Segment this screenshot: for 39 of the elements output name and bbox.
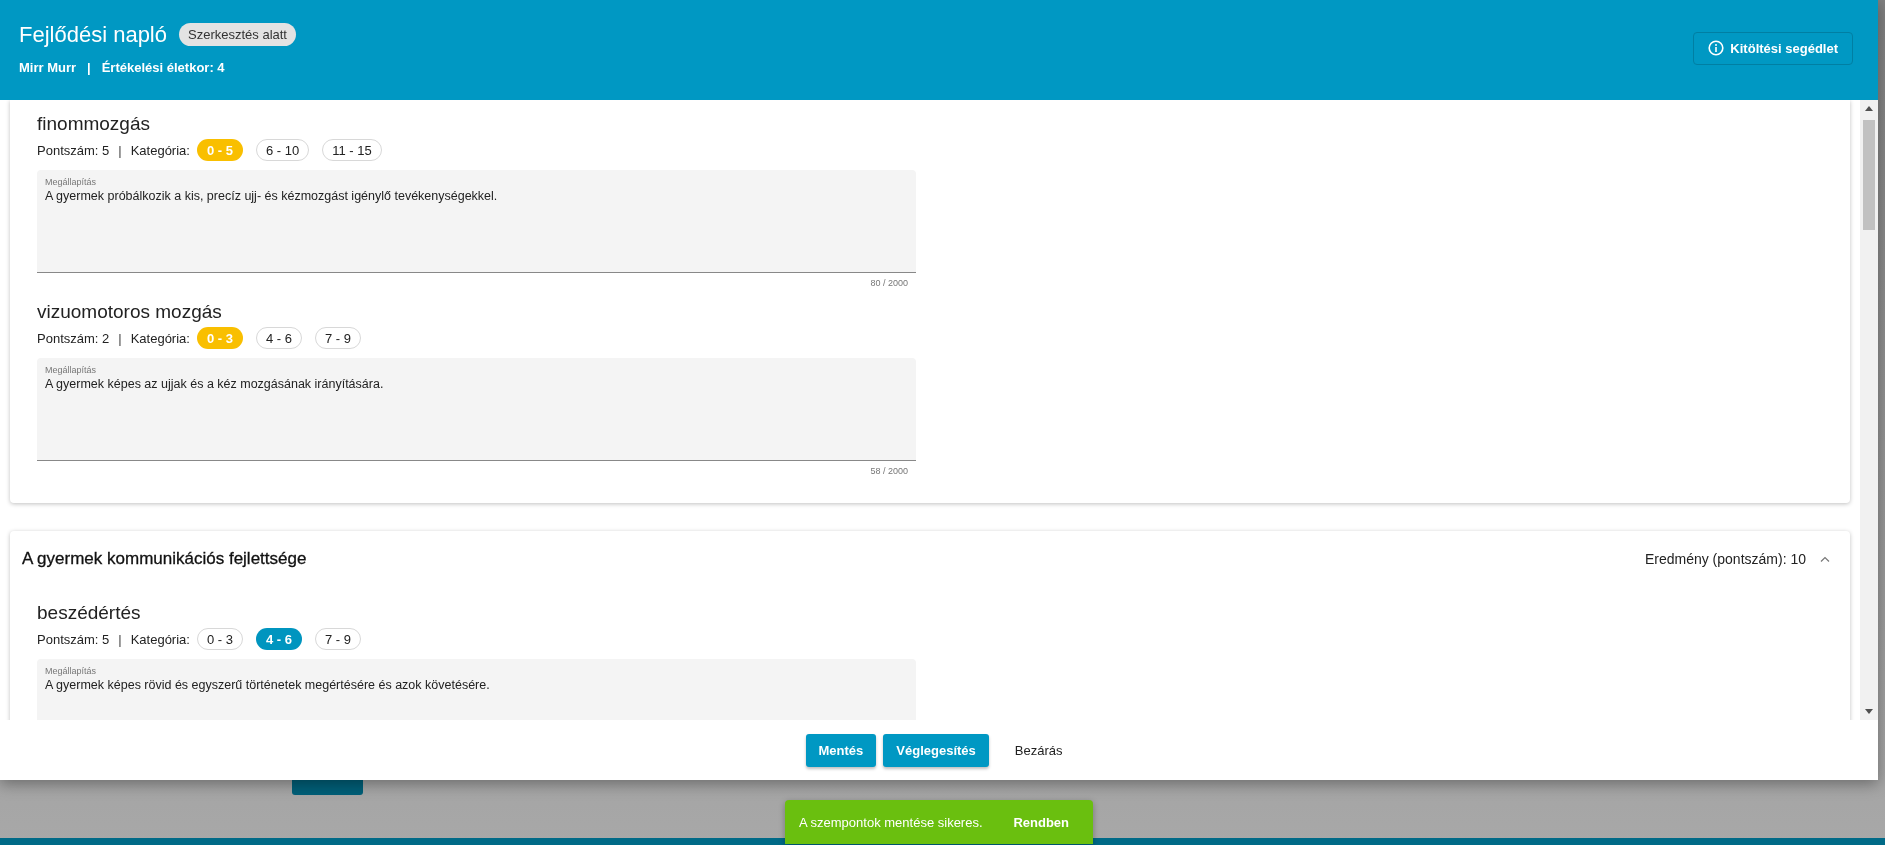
scroll-thumb[interactable] (1863, 120, 1875, 230)
criterion-title: beszédértés (37, 601, 142, 625)
score-label: Pontszám: 5 (37, 631, 110, 647)
separator: | (118, 142, 122, 158)
category-label: Kategória: (130, 330, 190, 346)
scrollbar[interactable] (1860, 100, 1878, 720)
criterion-title: finommozgás (37, 112, 151, 136)
category-chip[interactable]: 0 - 3 (196, 628, 243, 650)
section-title: A gyermek kommunikációs fejlettsége (22, 548, 307, 569)
chevron-up-icon[interactable] (1820, 555, 1830, 562)
snackbar-message: A szempontok mentése sikeres. (799, 814, 983, 830)
status-badge: Szerkesztés alatt (179, 23, 296, 46)
scroll-down-icon[interactable] (1865, 709, 1873, 714)
finding-field[interactable]: Megállapítás A gyermek képes az ujjak és a kéz mozgásának irányítására. (37, 358, 916, 461)
criterion-title: vizuomotoros mozgás (37, 300, 223, 324)
section-header[interactable]: A gyermek kommunikációs fejlettsége Eredmény (pontszám): 10 (22, 531, 1850, 586)
character-counter: 58 / 2000 (870, 466, 909, 478)
section-result: Eredmény (pontszám): 10 (1644, 550, 1806, 567)
finding-field[interactable]: Megállapítás A gyermek próbálkozik a kis, precíz ujj- és kézmozgást igénylő tevékenységekkel. (37, 170, 916, 273)
category-chip[interactable]: 6 - 10 (255, 139, 310, 161)
category-label: Kategória: (130, 142, 190, 158)
category-chip[interactable]: 7 - 9 (314, 628, 361, 650)
character-counter: 80 / 2000 (870, 278, 909, 290)
separator: | (118, 330, 122, 346)
dialog-button[interactable]: Bezárás (1001, 733, 1076, 767)
scroll-up-icon[interactable] (1865, 106, 1873, 111)
score-label: Pontszám: 5 (37, 142, 110, 158)
separator: | (118, 631, 122, 647)
dialog-title: Fejlődési napló (19, 21, 167, 48)
category-label: Kategória: (130, 631, 190, 647)
category-chip[interactable]: 11 - 15 (322, 139, 382, 161)
category-chip[interactable]: 7 - 9 (314, 327, 361, 349)
age-label: Értékelési életkor: 4 (101, 59, 225, 75)
finding-field[interactable]: Megállapítás A gyermek képes rövid és egyszerű történetek megértésére és azok követésére. (37, 659, 916, 720)
info-icon (1708, 40, 1725, 56)
category-chip[interactable]: 4 - 6 (255, 327, 302, 349)
student-name: Mirr Murr (19, 59, 77, 75)
score-label: Pontszám: 2 (37, 330, 110, 346)
separator: | (87, 59, 91, 75)
